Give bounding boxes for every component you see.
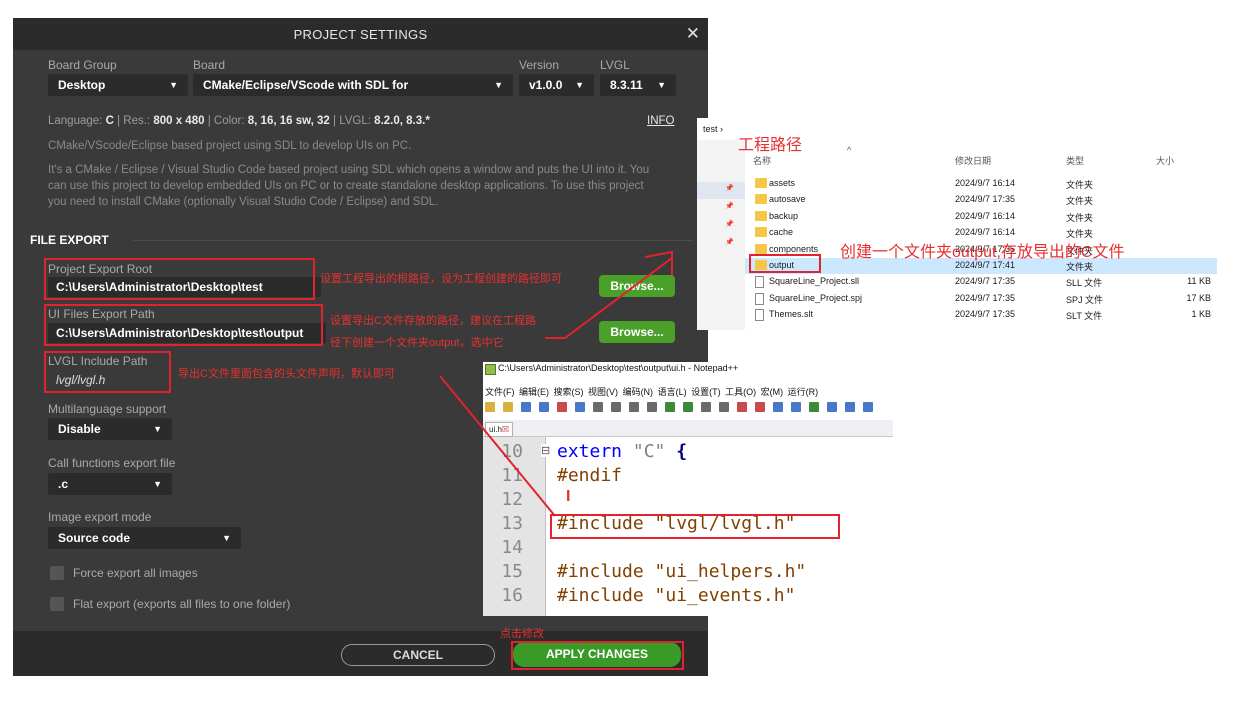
annotation-arrows — [439, 250, 673, 517]
arrow-to-output-line — [545, 257, 673, 339]
arrow-to-output-head — [644, 250, 673, 275]
arrow-to-include-line — [439, 375, 556, 517]
